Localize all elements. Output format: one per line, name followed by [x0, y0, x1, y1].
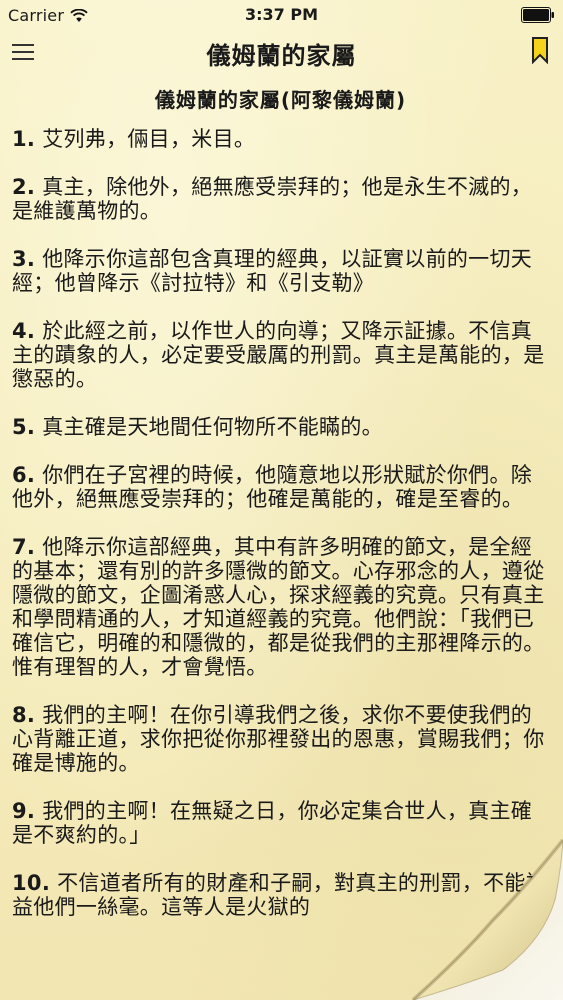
- verse-number: 2.: [12, 175, 36, 199]
- verse-item: 5. 真主確是天地間任何物所不能瞞的。: [12, 415, 549, 439]
- verse-number: 4.: [12, 319, 36, 343]
- verse-item: 8. 我們的主啊！在你引導我們之後，求你不要使我們的心背離正道，求你把從你那裡發…: [12, 703, 549, 775]
- status-time: 3:37 PM: [244, 5, 318, 24]
- verse-text: 於此經之前，以作世人的向導；又降示証據。不信真主的蹟象的人，必定要受嚴厲的刑罰。…: [12, 319, 545, 391]
- verse-item: 9. 我們的主啊！在無疑之日，你必定集合世人，真主確是不爽約的。」: [12, 799, 549, 847]
- chapter-heading: 儀姆蘭的家屬(阿黎儀姆蘭): [154, 88, 407, 112]
- verse-item: 4. 於此經之前，以作世人的向導；又降示証據。不信真主的蹟象的人，必定要受嚴厲的…: [12, 319, 549, 391]
- verse-number: 7.: [12, 535, 36, 559]
- verse-text: 我們的主啊！在你引導我們之後，求你不要使我們的心背離正道，求你把從你那裡發出的恩…: [12, 703, 545, 775]
- verse-number: 3.: [12, 247, 36, 271]
- verse-number: 10.: [12, 871, 51, 895]
- verse-text: 真主，除他外，絕無應受崇拜的；他是永生不滅的，是維護萬物的。: [12, 175, 533, 223]
- status-bar: Carrier 3:37 PM: [0, 0, 563, 30]
- verse-number: 1.: [12, 127, 36, 151]
- verse-item: 6. 你們在子宮裡的時候，他隨意地以形狀賦於你們。除他外，絕無應受崇拜的；他確是…: [12, 463, 549, 511]
- navigation-bar: 儀姆蘭的家屬: [0, 30, 563, 76]
- page-title: 儀姆蘭的家屬: [206, 42, 357, 70]
- verse-number: 8.: [12, 703, 36, 727]
- verse-text: 我們的主啊！在無疑之日，你必定集合世人，真主確是不爽約的。」: [12, 799, 533, 847]
- verse-item: 2. 真主，除他外，絕無應受崇拜的；他是永生不滅的，是維護萬物的。: [12, 175, 549, 223]
- chapter-content: 儀姆蘭的家屬(阿黎儀姆蘭) 1. 艾列弗，倆目，米目。 2. 真主，除他外，絕無…: [12, 80, 549, 943]
- verse-item: 1. 艾列弗，倆目，米目。: [12, 127, 549, 151]
- bookmark-icon[interactable]: [531, 36, 549, 64]
- verse-text: 艾列弗，倆目，米目。: [42, 127, 256, 151]
- verse-text: 你們在子宮裡的時候，他隨意地以形狀賦於你們。除他外，絕無應受崇拜的；他確是萬能的…: [12, 463, 533, 511]
- verse-text: 真主確是天地間任何物所不能瞞的。: [42, 415, 383, 439]
- verse-number: 6.: [12, 463, 36, 487]
- verse-text: 他降示你這部經典，其中有許多明確的節文，是全經的基本；還有別的許多隱微的節文。心…: [12, 535, 545, 679]
- verse-number: 9.: [12, 799, 36, 823]
- verse-item: 7. 他降示你這部經典，其中有許多明確的節文，是全經的基本；還有別的許多隱微的節…: [12, 535, 549, 679]
- verse-item: 10. 不信道者所有的財產和子嗣，對真主的刑罰，不能裨益他們一絲毫。這等人是火獄…: [12, 871, 549, 919]
- verse-text: 不信道者所有的財產和子嗣，對真主的刑罰，不能裨益他們一絲毫。這等人是火獄的: [12, 871, 547, 919]
- verse-item: 3. 他降示你這部包含真理的經典，以証實以前的一切天經；他曾降示《討拉特》和《引…: [12, 247, 549, 295]
- battery-icon: [521, 7, 554, 23]
- verse-text: 他降示你這部包含真理的經典，以証實以前的一切天經；他曾降示《討拉特》和《引支勒》: [12, 247, 533, 295]
- verse-number: 5.: [12, 415, 36, 439]
